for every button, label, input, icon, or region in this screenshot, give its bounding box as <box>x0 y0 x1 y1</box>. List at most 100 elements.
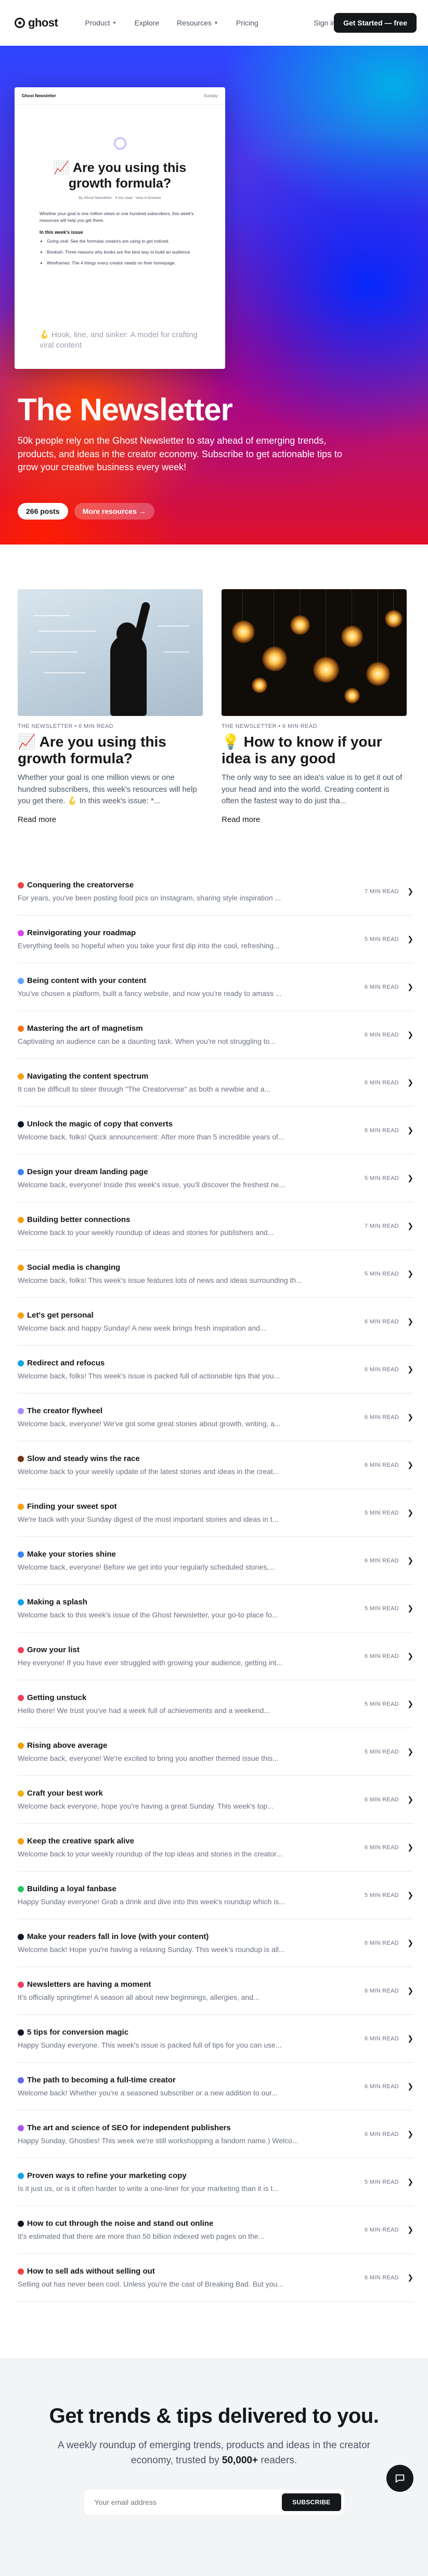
ghost-logo[interactable]: ghost <box>15 16 58 30</box>
post-row-title[interactable]: 5 tips for conversion magic <box>18 2028 355 2037</box>
post-row-title[interactable]: Let's get personal <box>18 1311 355 1320</box>
chevron-right-icon[interactable]: ❯ <box>399 887 413 896</box>
post-row-title[interactable]: The art and science of SEO for independe… <box>18 2123 355 2132</box>
chevron-right-icon[interactable]: ❯ <box>399 1365 413 1374</box>
chevron-right-icon[interactable]: ❯ <box>399 1986 413 1995</box>
post-row-title[interactable]: Redirect and refocus <box>18 1359 355 1367</box>
post-row[interactable]: Being content with your content You've ch… <box>18 963 413 1012</box>
post-row[interactable]: Building a loyal fanbase Happy Sunday eve… <box>18 1871 413 1920</box>
chevron-right-icon[interactable]: ❯ <box>399 1508 413 1517</box>
post-row[interactable]: Reinvigorating your roadmap Everything fe… <box>18 915 413 964</box>
post-row-title[interactable]: Building a loyal fanbase <box>18 1884 355 1893</box>
chevron-right-icon[interactable]: ❯ <box>399 1652 413 1661</box>
chevron-right-icon[interactable]: ❯ <box>399 1556 413 1565</box>
email-input[interactable] <box>94 2498 282 2507</box>
post-row-title[interactable]: Slow and steady wins the race <box>18 1454 355 1463</box>
post-row[interactable]: Newsletters are having a moment It's offi… <box>18 1967 413 2015</box>
post-row-title[interactable]: Being content with your content <box>18 976 355 985</box>
post-row[interactable]: Getting unstuck Hello there! We trust you… <box>18 1680 413 1729</box>
post-row-title[interactable]: Building better connections <box>18 1215 355 1224</box>
read-more-link[interactable]: Read more <box>222 815 407 824</box>
menu-item-product[interactable]: Product ▼ <box>85 19 116 27</box>
chevron-right-icon[interactable]: ❯ <box>399 1699 413 1708</box>
subscribe-button[interactable]: SUBSCRIBE <box>282 2493 341 2512</box>
post-row-title[interactable]: Proven ways to refine your marketing cop… <box>18 2171 355 2180</box>
post-row-title[interactable]: Conquering the creatorverse <box>18 881 355 889</box>
chevron-right-icon[interactable]: ❯ <box>399 2225 413 2234</box>
post-row[interactable]: Design your dream landing page Welcome ba… <box>18 1154 413 1203</box>
chevron-right-icon[interactable]: ❯ <box>399 1460 413 1469</box>
post-row[interactable]: Slow and steady wins the race Welcome bac… <box>18 1441 413 1490</box>
chevron-right-icon[interactable]: ❯ <box>399 1078 413 1087</box>
chevron-right-icon[interactable]: ❯ <box>399 935 413 944</box>
post-title[interactable]: 📈 Are you using this growth formula? <box>18 734 203 767</box>
chevron-right-icon[interactable]: ❯ <box>399 1030 413 1039</box>
post-row[interactable]: Rising above average Welcome back, everyo… <box>18 1728 413 1776</box>
post-row[interactable]: Making a splash Welcome back to this week… <box>18 1585 413 1633</box>
post-row-title[interactable]: Grow your list <box>18 1645 355 1654</box>
chevron-right-icon[interactable]: ❯ <box>399 1843 413 1852</box>
chevron-right-icon[interactable]: ❯ <box>399 1317 413 1326</box>
chalkboard-image[interactable] <box>18 589 203 716</box>
post-row-title[interactable]: How to cut through the noise and stand o… <box>18 2219 355 2228</box>
post-row[interactable]: Keep the creative spark alive Welcome bac… <box>18 1824 413 1872</box>
post-row[interactable]: 5 tips for conversion magic Happy Sunday … <box>18 2015 413 2063</box>
chevron-right-icon[interactable]: ❯ <box>399 2034 413 2043</box>
post-row[interactable]: How to sell ads without selling out Selli… <box>18 2254 413 2302</box>
post-row-title[interactable]: Keep the creative spark alive <box>18 1837 355 1845</box>
chevron-right-icon[interactable]: ❯ <box>399 2177 413 2186</box>
featured-post[interactable]: The Newsletter • 6 min read 💡 How to kno… <box>222 589 407 824</box>
post-row[interactable]: The art and science of SEO for independe… <box>18 2110 413 2159</box>
post-row[interactable]: Proven ways to refine your marketing cop… <box>18 2158 413 2207</box>
post-row-title[interactable]: The path to becoming a full-time creator <box>18 2076 355 2084</box>
post-row[interactable]: Navigating the content spectrum It can be… <box>18 1059 413 1107</box>
menu-item-pricing[interactable]: Pricing <box>236 19 258 27</box>
post-row-title[interactable]: Social media is changing <box>18 1263 355 1272</box>
more-resources-button[interactable]: More resources → <box>74 503 154 520</box>
posts-count-button[interactable]: 266 posts <box>18 503 68 520</box>
post-row-title[interactable]: Getting unstuck <box>18 1693 355 1702</box>
post-row[interactable]: Make your readers fall in love (with you… <box>18 1919 413 1968</box>
post-row[interactable]: Conquering the creatorverse For years, yo… <box>18 868 413 916</box>
post-row-title[interactable]: The creator flywheel <box>18 1406 355 1415</box>
chevron-right-icon[interactable]: ❯ <box>399 1174 413 1183</box>
post-row-title[interactable]: Making a splash <box>18 1598 355 1606</box>
chevron-right-icon[interactable]: ❯ <box>399 2130 413 2139</box>
chevron-right-icon[interactable]: ❯ <box>399 1747 413 1756</box>
chevron-right-icon[interactable]: ❯ <box>399 1269 413 1278</box>
post-row[interactable]: Let's get personal Welcome back and happy… <box>18 1298 413 1346</box>
post-row-title[interactable]: Craft your best work <box>18 1789 355 1798</box>
post-row[interactable]: The path to becoming a full-time creator… <box>18 2063 413 2111</box>
chevron-right-icon[interactable]: ❯ <box>399 1604 413 1613</box>
chevron-right-icon[interactable]: ❯ <box>399 1126 413 1135</box>
post-row[interactable]: Make your stories shine Welcome back, eve… <box>18 1537 413 1585</box>
post-row-title[interactable]: Newsletters are having a moment <box>18 1980 355 1989</box>
light-bulbs-image[interactable] <box>222 589 407 716</box>
post-title[interactable]: 💡 How to know if your idea is any good <box>222 734 407 767</box>
chevron-right-icon[interactable]: ❯ <box>399 2273 413 2282</box>
post-row-title[interactable]: Navigating the content spectrum <box>18 1072 355 1081</box>
post-row-title[interactable]: Unlock the magic of copy that converts <box>18 1120 355 1128</box>
chevron-right-icon[interactable]: ❯ <box>399 1413 413 1422</box>
post-row[interactable]: Redirect and refocus Welcome back, folks!… <box>18 1346 413 1394</box>
post-row-title[interactable]: Rising above average <box>18 1741 355 1750</box>
post-row[interactable]: Social media is changing Welcome back, fo… <box>18 1250 413 1298</box>
post-row[interactable]: Craft your best work Welcome back everyon… <box>18 1776 413 1824</box>
chat-bubble-icon[interactable] <box>386 2465 413 2492</box>
chevron-right-icon[interactable]: ❯ <box>399 1795 413 1804</box>
post-row-title[interactable]: How to sell ads without selling out <box>18 2267 355 2276</box>
post-row-title[interactable]: Design your dream landing page <box>18 1167 355 1176</box>
post-row-title[interactable]: Reinvigorating your roadmap <box>18 928 355 937</box>
post-row[interactable]: Unlock the magic of copy that converts We… <box>18 1107 413 1155</box>
post-row-title[interactable]: Make your stories shine <box>18 1550 355 1559</box>
featured-post[interactable]: The Newsletter • 6 min read 📈 Are you us… <box>18 589 203 824</box>
post-row[interactable]: Building better connections Welcome back … <box>18 1202 413 1251</box>
get-started-button[interactable]: Get Started — free <box>334 13 417 33</box>
menu-item-explore[interactable]: Explore <box>135 19 159 27</box>
post-row-title[interactable]: Mastering the art of magnetism <box>18 1024 355 1033</box>
chevron-right-icon[interactable]: ❯ <box>399 1891 413 1900</box>
post-row[interactable]: How to cut through the noise and stand o… <box>18 2206 413 2254</box>
post-row[interactable]: The creator flywheel Welcome back, everyo… <box>18 1393 413 1442</box>
chevron-right-icon[interactable]: ❯ <box>399 982 413 991</box>
chevron-right-icon[interactable]: ❯ <box>399 1221 413 1230</box>
